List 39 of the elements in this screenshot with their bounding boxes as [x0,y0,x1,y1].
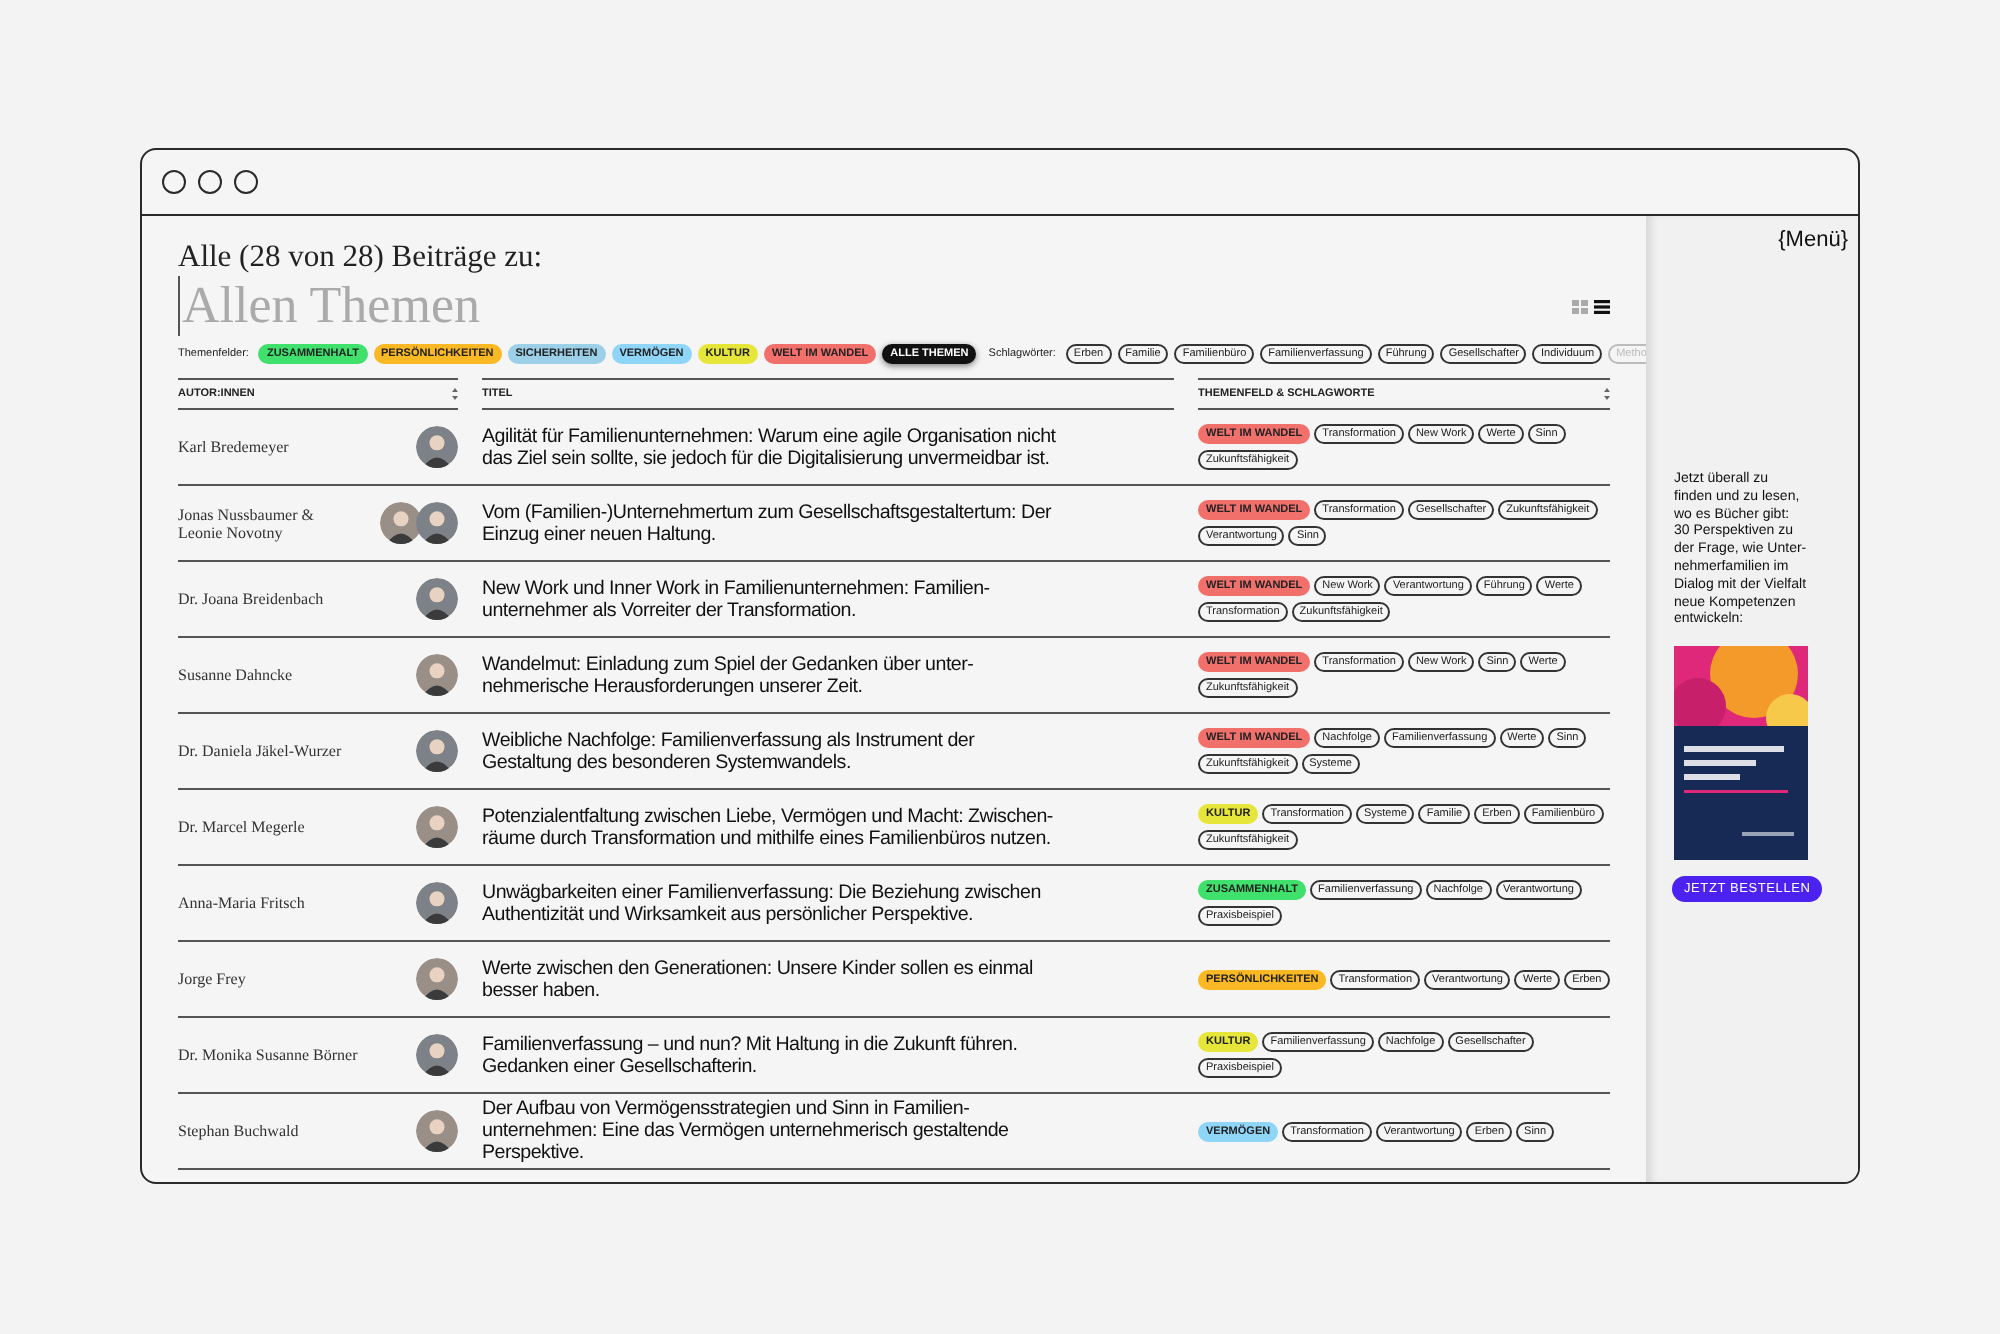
author-name: Jorge Frey [178,970,248,988]
author-name: Dr. Joana Breidenbach [178,590,326,608]
avatar [416,1034,458,1076]
article-title[interactable]: Wandelmut: Einladung zum Spiel der Gedanken über unter- nehmerische Herausforderungen unserer Zeit. [482,653,1174,697]
menu-link[interactable]: {Menü} [1778,228,1848,252]
sort-icon[interactable] [452,388,458,400]
author-name: Anna-Maria Fritsch [178,894,307,912]
author-name: Dr. Monika Susanne Börner [178,1046,360,1064]
avatar [416,882,458,924]
article-title[interactable]: Potenzialentfaltung zwischen Liebe, Vermögen und Macht: Zwischen- räume durch Transformation und mithilfe eines Familienbüros nutzen. [482,805,1174,849]
article-title[interactable]: Unwägbarkeiten einer Familienverfassung: Die Beziehung zwischen Authentizität und Wirksamkeit aus persönlicher Perspektive. [482,881,1174,925]
avatar [416,578,458,620]
list-view-icon[interactable] [1594,299,1610,313]
avatar [416,730,458,772]
page-heading: Alle (28 von 28) Beiträge zu: [178,240,545,276]
window-dot-icon [198,170,222,194]
author-name: Dr. Daniela Jäkel-Wurzer [178,742,344,760]
author-name: Jonas Nussbaumer & Leonie Novotny [178,505,316,541]
window-dot-icon [234,170,258,194]
avatar [416,806,458,848]
avatar [416,502,458,544]
avatar [416,654,458,696]
window-dot-icon [162,170,186,194]
author-name: Dr. Marcel Megerle [178,818,307,836]
avatar [416,1110,458,1152]
article-title[interactable]: Werte zwischen den Generationen: Unsere Kinder sollen es einmal besser haben. [482,957,1174,1001]
article-title[interactable]: Weibliche Nachfolge: Familienverfassung als Instrument der Gestaltung des besonderen Systemwandels. [482,729,1174,773]
article-title[interactable]: Agilität für Familienunternehmen: Warum eine agile Organisation nicht das Ziel sein sollte, sie jedoch für die Digitalisierung unvermeidbar ist. [482,425,1174,469]
author-name: Karl Bredemeyer [178,438,291,456]
avatar [416,958,458,1000]
article-title[interactable]: New Work und Inner Work in Familienunternehmen: Familien- unternehmer als Vorreiter der Transformation. [482,577,1174,621]
article-title[interactable]: Familienverfassung – und nun? Mit Haltung in die Zukunft führen. Gedanken einer Gesellschafterin. [482,1033,1174,1077]
avatar [416,426,458,468]
article-title[interactable]: Der Aufbau von Vermögensstrategien und Sinn in Familien- unternehmen: Eine das Vermögen unternehmerisch gestaltende Perspektive. [482,1098,1174,1164]
sort-icon[interactable] [1604,388,1610,400]
author-name: Stephan Buchwald [178,1122,301,1140]
article-title[interactable]: Vom (Familien-)Unternehmertum zum Gesellschaftsgestaltertum: Der Einzug einer neuen Haltung. [482,501,1174,545]
avatar [380,502,422,544]
author-name: Susanne Dahncke [178,666,295,684]
